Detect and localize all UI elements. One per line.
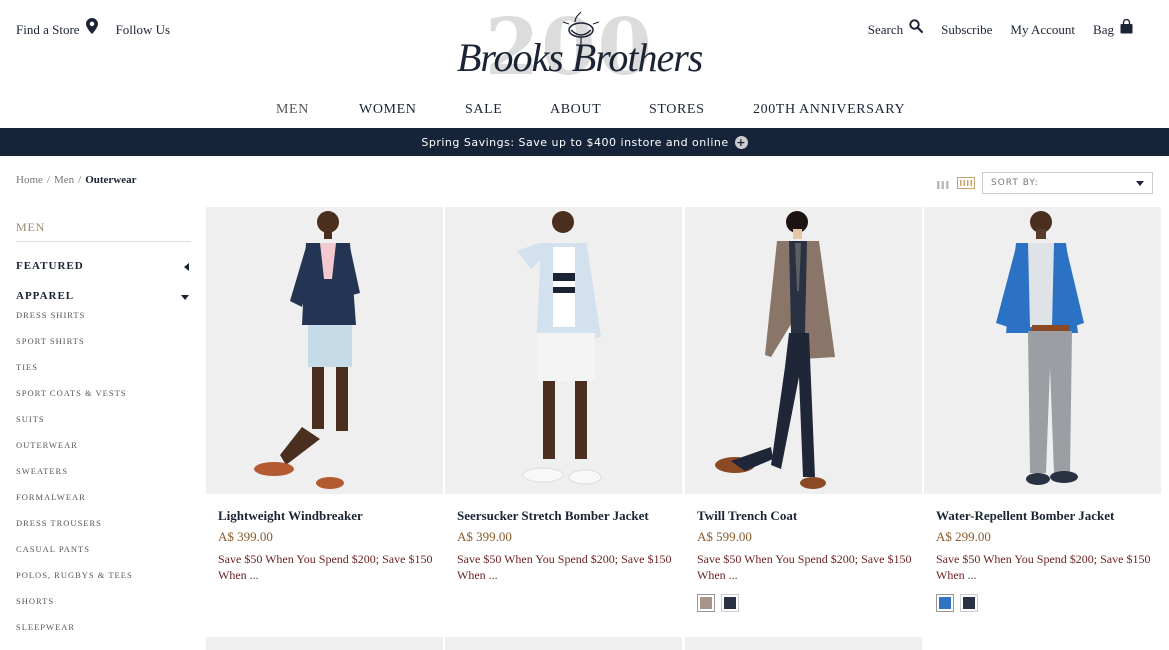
my-account-link[interactable]: My Account <box>1010 22 1075 38</box>
product-image[interactable] <box>685 207 922 494</box>
product-price: A$ 399.00 <box>457 529 512 544</box>
product-image[interactable] <box>445 207 682 494</box>
sidebar-item-sport-shirts[interactable]: SPORT SHIRTS <box>16 334 191 360</box>
bag-label: Bag <box>1093 22 1114 37</box>
search-label: Search <box>867 22 904 37</box>
breadcrumb-men[interactable]: Men <box>54 174 74 186</box>
grid-view-toggles <box>937 176 975 194</box>
sidebar-item-dress-trousers[interactable]: DRESS TROUSERS <box>16 516 191 542</box>
grid-3-column-icon[interactable] <box>937 176 949 194</box>
main-navigation: MEN WOMEN SALE ABOUT STORES 200TH ANNIVE… <box>0 102 1169 122</box>
grid-4-column-icon[interactable] <box>957 176 975 194</box>
follow-us-link[interactable]: Follow Us <box>116 22 171 38</box>
sort-by-dropdown[interactable]: SORT BY: <box>982 172 1153 194</box>
product-price: A$ 299.00 <box>936 529 991 544</box>
bag-link[interactable]: Bag <box>1093 18 1133 38</box>
nav-sale[interactable]: SALE <box>465 102 502 118</box>
product-image-next-row[interactable] <box>445 637 682 650</box>
sidebar-title: MEN <box>16 220 191 242</box>
product-image-next-row[interactable] <box>685 637 922 650</box>
search-icon <box>909 19 924 37</box>
nav-about[interactable]: ABOUT <box>550 102 601 118</box>
my-account-label: My Account <box>1010 22 1076 37</box>
product-image[interactable] <box>924 207 1161 494</box>
sidebar-apparel-toggle[interactable]: APPAREL <box>16 290 191 302</box>
color-swatch[interactable] <box>721 594 739 612</box>
product-name[interactable]: Twill Trench Coat <box>697 508 797 524</box>
product-promo: Save $50 When You Spend $200; Save $150 … <box>936 552 1151 582</box>
product-name[interactable]: Seersucker Stretch Bomber Jacket <box>457 508 649 524</box>
sidebar-item-dress-shirts[interactable]: DRESS SHIRTS <box>16 308 191 334</box>
color-swatch[interactable] <box>697 594 715 612</box>
sidebar-item-sleepwear[interactable]: SLEEPWEAR <box>16 620 191 646</box>
sidebar-apparel-list: DRESS SHIRTS SPORT SHIRTS TIES SPORT COA… <box>16 308 191 646</box>
color-swatch[interactable] <box>936 594 954 612</box>
sidebar-item-ties[interactable]: TIES <box>16 360 191 386</box>
brand-logo[interactable]: 200 Brooks Brothers <box>455 8 715 88</box>
color-swatches <box>936 594 984 612</box>
sidebar-item-casual-pants[interactable]: CASUAL PANTS <box>16 542 191 568</box>
product-promo: Save $50 When You Spend $200; Save $150 … <box>697 552 912 582</box>
sort-by-label: SORT BY: <box>991 178 1039 188</box>
breadcrumb-separator: / <box>78 174 82 186</box>
product-image-next-row[interactable] <box>206 637 443 650</box>
product-promo: Save $50 When You Spend $200; Save $150 … <box>457 552 672 582</box>
product-card: Lightweight Windbreaker A$ 399.00 Save $… <box>206 207 443 627</box>
product-card: Twill Trench Coat A$ 599.00 Save $50 Whe… <box>685 207 922 627</box>
caret-left-icon <box>184 263 189 271</box>
breadcrumb: Home / Men / Outerwear <box>16 174 141 186</box>
sidebar-item-formalwear[interactable]: FORMALWEAR <box>16 490 191 516</box>
product-image[interactable] <box>206 207 443 494</box>
product-price: A$ 399.00 <box>218 529 273 544</box>
breadcrumb-home[interactable]: Home <box>16 174 43 186</box>
breadcrumb-current: Outerwear <box>85 174 137 186</box>
category-sidebar: MEN FEATURED APPAREL DRESS SHIRTS SPORT … <box>16 220 191 646</box>
nav-men[interactable]: MEN <box>276 102 309 118</box>
utility-left: Find a Store Follow Us <box>16 18 171 38</box>
sidebar-item-shorts[interactable]: SHORTS <box>16 594 191 620</box>
search-link[interactable]: Search <box>867 19 924 38</box>
breadcrumb-separator: / <box>46 174 50 186</box>
sidebar-item-polos-rugbys-tees[interactable]: POLOS, RUGBYS & TEES <box>16 568 191 594</box>
nav-women[interactable]: WOMEN <box>359 102 416 118</box>
promo-banner-text: Spring Savings: Save up to $400 instore … <box>421 135 729 149</box>
subscribe-link[interactable]: Subscribe <box>941 22 992 38</box>
sidebar-apparel-label: APPAREL <box>16 290 75 302</box>
site-header: Find a Store Follow Us 200 Brooks Brothe… <box>0 0 1169 128</box>
shopping-bag-icon <box>1120 18 1133 38</box>
map-pin-icon <box>85 18 98 38</box>
sidebar-featured-label: FEATURED <box>16 260 84 272</box>
sidebar-item-sport-coats-vests[interactable]: SPORT COATS & VESTS <box>16 386 191 412</box>
find-store-label: Find a Store <box>16 22 80 37</box>
sidebar-item-suits[interactable]: SUITS <box>16 412 191 438</box>
caret-down-icon <box>181 295 189 300</box>
product-card: Water-Repellent Bomber Jacket A$ 299.00 … <box>924 207 1161 627</box>
nav-200th-anniversary[interactable]: 200TH ANNIVERSARY <box>753 102 905 118</box>
product-promo: Save $50 When You Spend $200; Save $150 … <box>218 552 433 582</box>
color-swatches <box>697 594 745 612</box>
product-card: Seersucker Stretch Bomber Jacket A$ 399.… <box>445 207 682 627</box>
sidebar-featured-toggle[interactable]: FEATURED <box>16 260 191 272</box>
logo-wordmark: Brooks Brothers <box>457 35 703 80</box>
chevron-down-icon <box>1136 181 1144 186</box>
sidebar-item-sweaters[interactable]: SWEATERS <box>16 464 191 490</box>
subscribe-label: Subscribe <box>941 22 993 37</box>
expand-plus-icon[interactable]: + <box>734 135 748 149</box>
sidebar-item-outerwear[interactable]: OUTERWEAR <box>16 438 191 464</box>
color-swatch[interactable] <box>960 594 978 612</box>
product-name[interactable]: Lightweight Windbreaker <box>218 508 363 524</box>
nav-stores[interactable]: STORES <box>649 102 704 118</box>
product-name[interactable]: Water-Repellent Bomber Jacket <box>936 508 1114 524</box>
product-price: A$ 599.00 <box>697 529 752 544</box>
follow-us-label: Follow Us <box>115 22 171 37</box>
promo-banner[interactable]: Spring Savings: Save up to $400 instore … <box>0 128 1169 156</box>
find-store-link[interactable]: Find a Store <box>16 18 98 38</box>
utility-right: Search Subscribe My Account Bag <box>850 18 1133 38</box>
